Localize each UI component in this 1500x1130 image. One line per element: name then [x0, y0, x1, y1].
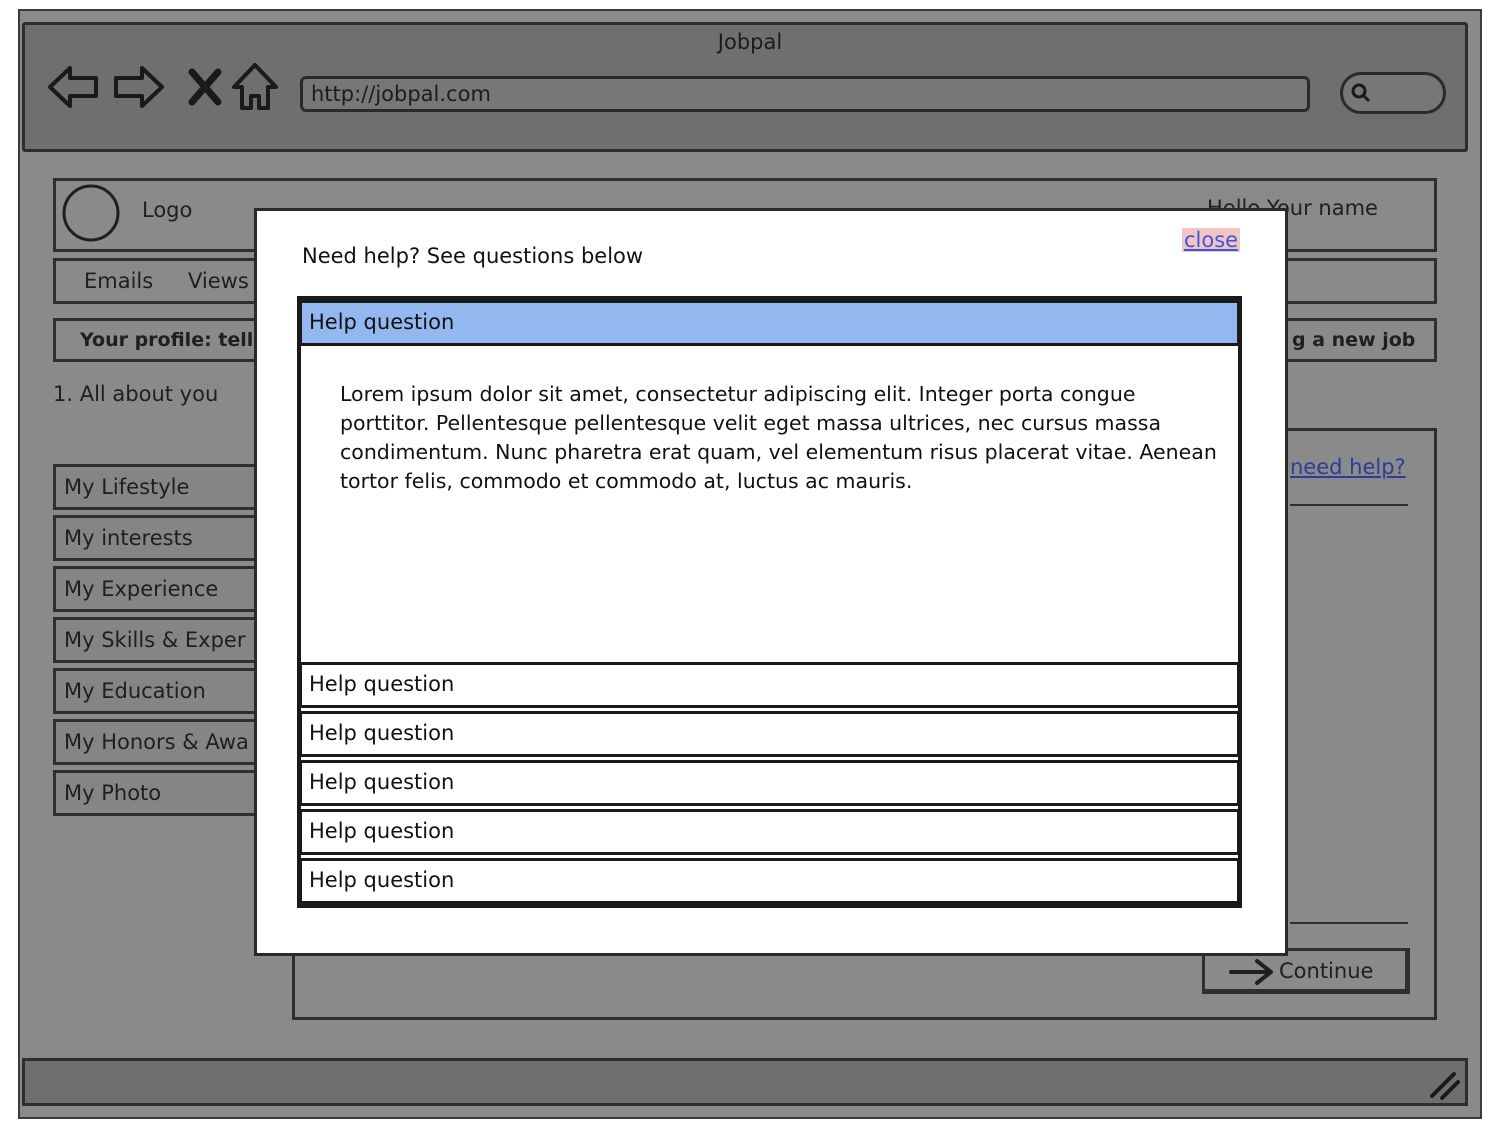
help-question-item[interactable]: Help question [299, 809, 1240, 855]
home-icon[interactable] [228, 60, 282, 114]
browser-search-box[interactable] [1340, 72, 1446, 114]
help-question-item[interactable]: Help question [299, 760, 1240, 806]
help-question-item[interactable]: Help question [299, 662, 1240, 708]
nav-item-views[interactable]: Views [188, 269, 249, 293]
step-label: 1. All about you [53, 382, 219, 406]
window-title: Jobpal [717, 30, 783, 54]
search-icon [1351, 83, 1371, 103]
help-answer-text: Lorem ipsum dolor sit amet, consectetur … [340, 382, 1217, 493]
resize-grip-icon[interactable] [1428, 1070, 1462, 1100]
forward-arrow-icon[interactable] [112, 60, 166, 114]
help-question-item[interactable]: Help question [299, 711, 1240, 757]
divider [1290, 922, 1408, 924]
banner-left-text: Your profile: tell [80, 329, 254, 351]
help-question-item[interactable]: Help question [299, 300, 1240, 346]
status-bar [22, 1058, 1468, 1106]
arrow-right-icon [1229, 959, 1273, 985]
help-question-item[interactable]: Help question [299, 858, 1240, 904]
url-input[interactable]: http://jobpal.com [300, 76, 1310, 112]
modal-heading: Need help? See questions below [302, 244, 644, 268]
nav-item-emails[interactable]: Emails [84, 269, 153, 293]
continue-label: Continue [1279, 959, 1374, 983]
divider [1290, 504, 1408, 506]
need-help-link[interactable]: need help? [1290, 455, 1406, 479]
close-link[interactable]: close [1182, 228, 1241, 252]
logo-label: Logo [142, 198, 193, 222]
banner-right-text: g a new job [1292, 329, 1416, 351]
back-arrow-icon[interactable] [46, 60, 100, 114]
stop-x-icon[interactable] [178, 60, 232, 114]
logo-circle-icon [62, 184, 120, 242]
